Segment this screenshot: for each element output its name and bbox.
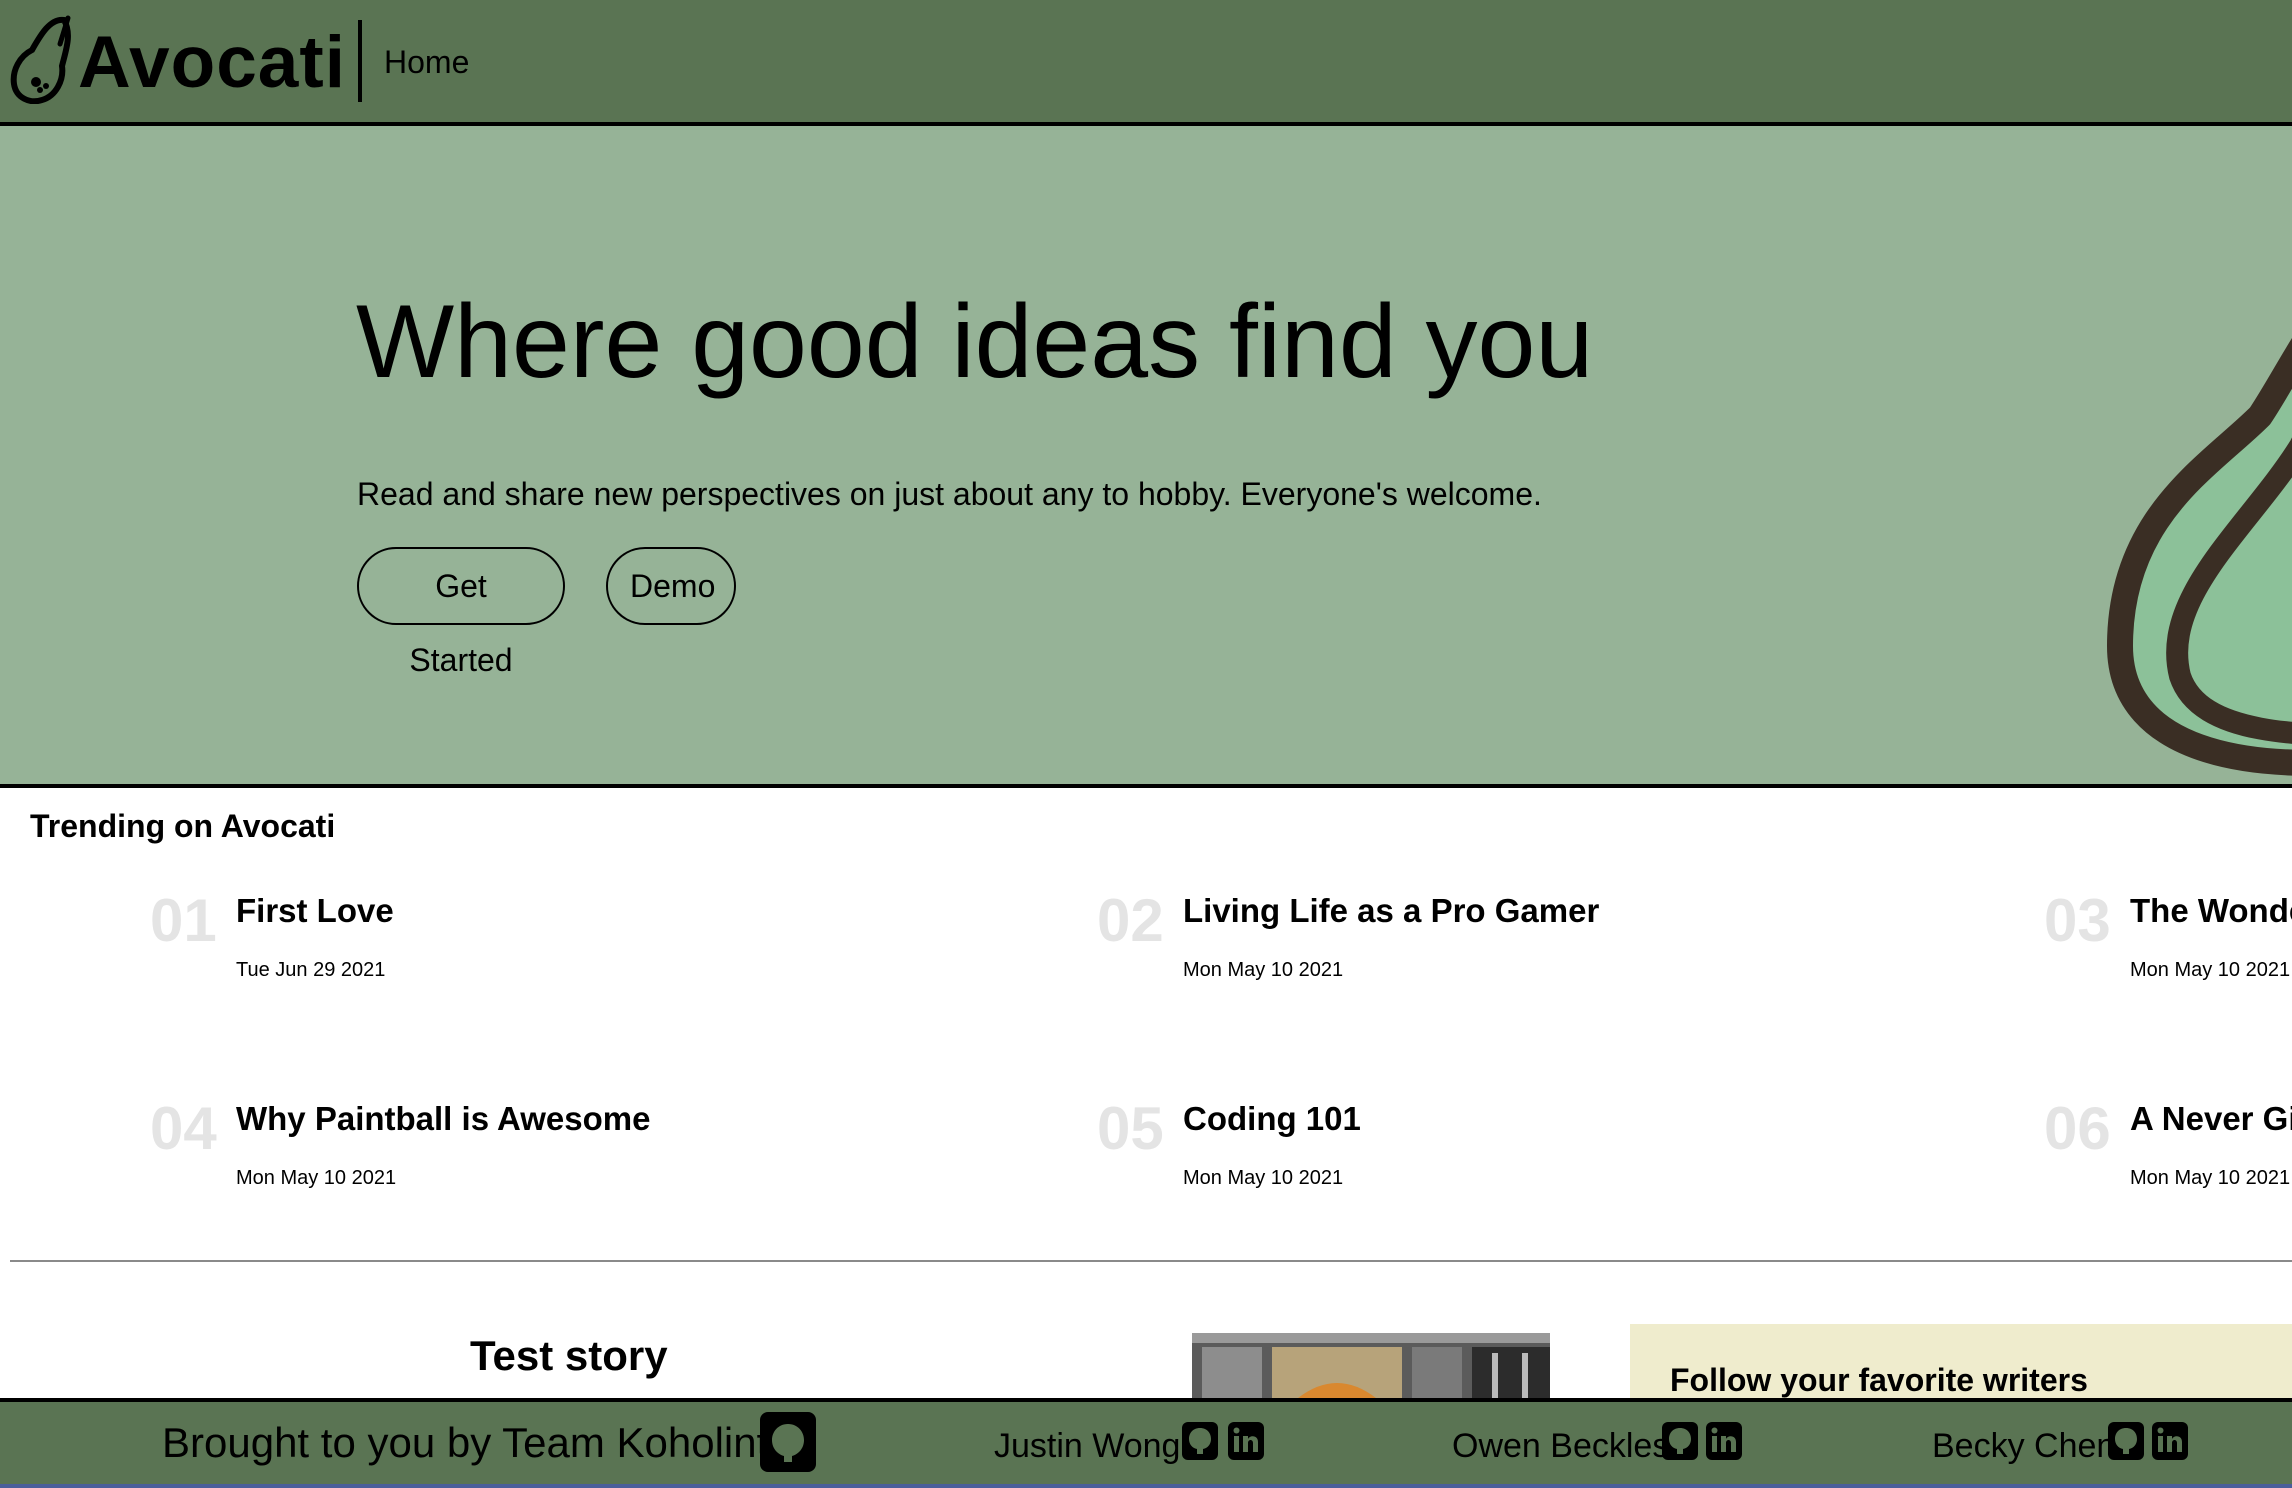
- trending-title[interactable]: The Wonde: [2130, 890, 2292, 932]
- story-thumbnail[interactable]: [1192, 1333, 1550, 1403]
- footer-bottom-strip: [0, 1484, 2292, 1488]
- github-icon[interactable]: [760, 1412, 816, 1472]
- footer: Brought to you by Team Koholint Justin W…: [0, 1398, 2292, 1488]
- github-icon[interactable]: [1182, 1422, 1218, 1460]
- member-name: Becky Chen: [1932, 1427, 2116, 1465]
- github-icon[interactable]: [1662, 1422, 1698, 1460]
- trending-rank: 01: [150, 887, 217, 954]
- hero-subtitle: Read and share new perspectives on just …: [357, 476, 1542, 512]
- trending-item[interactable]: 03 The Wonde Mon May 10 2021: [2044, 886, 2292, 1006]
- building-photo-icon: [1192, 1333, 1550, 1403]
- trending-rank: 05: [1097, 1095, 1164, 1162]
- trending-title[interactable]: Living Life as a Pro Gamer: [1183, 890, 1599, 932]
- hero-title: Where good ideas find you: [356, 284, 1594, 400]
- linkedin-icon[interactable]: [1228, 1422, 1264, 1460]
- section-divider: [10, 1260, 2292, 1262]
- avocado-illustration-icon: [2106, 338, 2292, 776]
- trending-date: Mon May 10 2021: [1183, 1167, 1344, 1189]
- hero-section: Where good ideas find you Read and share…: [0, 126, 2292, 788]
- nav-divider: [358, 20, 362, 102]
- trending-rank: 02: [1097, 887, 1164, 954]
- footer-credit: Brought to you by Team Koholint: [162, 1419, 769, 1466]
- github-icon[interactable]: [2108, 1422, 2144, 1460]
- trending-date: Mon May 10 2021: [1183, 959, 1344, 981]
- trending-date: Mon May 10 2021: [2130, 959, 2291, 981]
- trending-rank: 06: [2044, 1095, 2111, 1162]
- member-name: Justin Wong: [994, 1427, 1181, 1465]
- top-nav: Avocati Home: [0, 0, 2292, 126]
- nav-home-link[interactable]: Home: [384, 40, 469, 84]
- trending-title[interactable]: Why Paintball is Awesome: [236, 1098, 650, 1140]
- trending-item[interactable]: 05 Coding 101 Mon May 10 2021: [1097, 1094, 1997, 1214]
- trending-title[interactable]: First Love: [236, 890, 394, 932]
- avocado-logo-icon[interactable]: [6, 14, 76, 104]
- trending-title[interactable]: Coding 101: [1183, 1098, 1361, 1140]
- trending-item[interactable]: 02 Living Life as a Pro Gamer Mon May 10…: [1097, 886, 1997, 1006]
- trending-item[interactable]: 04 Why Paintball is Awesome Mon May 10 2…: [150, 1094, 1050, 1214]
- trending-heading: Trending on Avocati: [30, 808, 336, 844]
- linkedin-icon[interactable]: [1706, 1422, 1742, 1460]
- trending-title[interactable]: A Never Gi: [2130, 1098, 2292, 1140]
- trending-date: Tue Jun 29 2021: [236, 959, 386, 981]
- trending-rank: 03: [2044, 887, 2111, 954]
- follow-title: Follow your favorite writers: [1670, 1362, 2088, 1398]
- trending-item[interactable]: 06 A Never Gi Mon May 10 2021: [2044, 1094, 2292, 1214]
- trending-date: Mon May 10 2021: [2130, 1167, 2291, 1189]
- trending-item[interactable]: 01 First Love Tue Jun 29 2021: [150, 886, 1050, 1006]
- get-started-button[interactable]: Get Started: [357, 547, 565, 678]
- linkedin-icon[interactable]: [2152, 1422, 2188, 1460]
- member-name: Owen Beckles: [1452, 1427, 1670, 1465]
- trending-date: Mon May 10 2021: [236, 1167, 397, 1189]
- story-title[interactable]: Test story: [470, 1326, 668, 1386]
- brand-name[interactable]: Avocati: [78, 18, 346, 108]
- demo-button[interactable]: Demo: [606, 547, 736, 625]
- trending-rank: 04: [150, 1095, 217, 1162]
